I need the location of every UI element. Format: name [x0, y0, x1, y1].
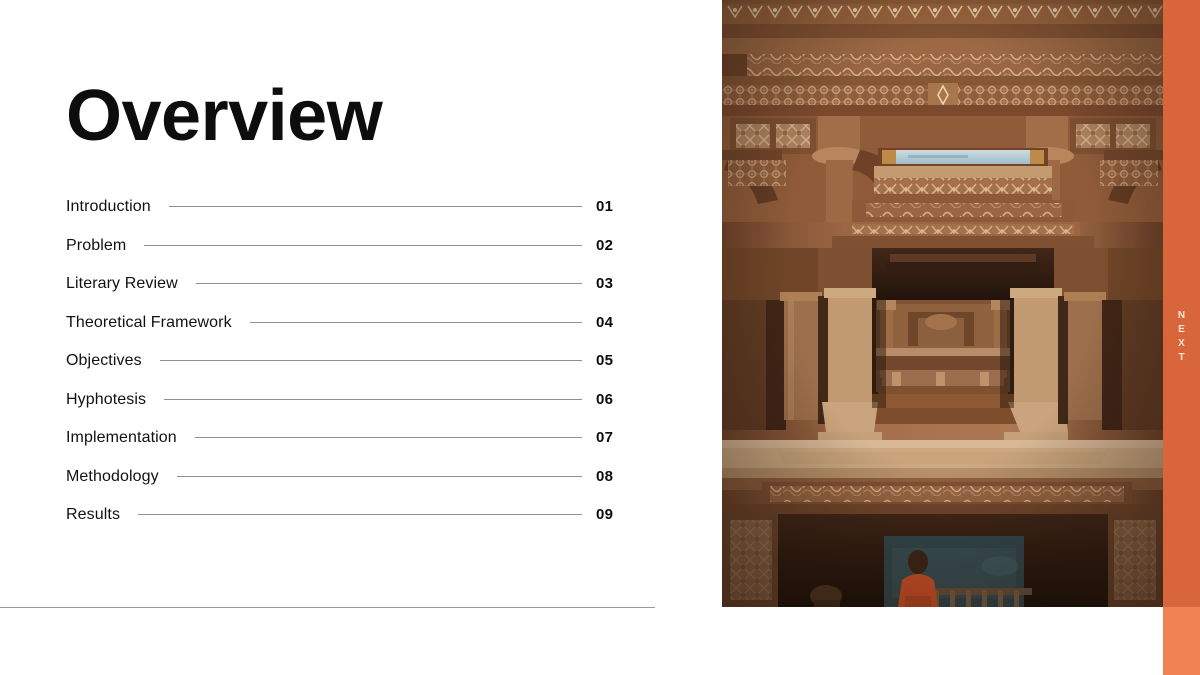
toc-row[interactable]: Objectives 05 — [66, 352, 626, 391]
toc-item-number: 03 — [596, 275, 614, 292]
toc-row[interactable]: Problem 02 — [66, 237, 626, 276]
toc-item-label: Results — [66, 506, 121, 523]
toc-item-label: Theoretical Framework — [66, 313, 232, 331]
toc-leader-rule — [168, 206, 582, 207]
left-content-panel: Overview Introduction 01 Problem 02 Lite… — [0, 0, 722, 675]
slide-root: Overview Introduction 01 Problem 02 Lite… — [0, 0, 1200, 675]
toc-leader-rule — [159, 360, 582, 361]
table-of-contents: Introduction 01 Problem 02 Literary Revi… — [66, 198, 626, 545]
toc-leader-rule — [144, 244, 582, 246]
page-title: Overview — [66, 76, 383, 156]
toc-item-number: 02 — [596, 236, 614, 254]
stepwell-photo — [722, 0, 1164, 607]
toc-row[interactable]: Hyphotesis 06 — [66, 391, 626, 430]
toc-item-label: Methodology — [66, 467, 159, 485]
toc-item-label: Introduction — [66, 198, 151, 215]
toc-leader-rule — [164, 398, 582, 400]
toc-item-number: 05 — [596, 352, 614, 369]
stepwell-photo-illustration — [722, 0, 1164, 607]
toc-item-label: Hyphotesis — [66, 390, 147, 408]
toc-item-label: Literary Review — [66, 275, 178, 292]
toc-item-number: 01 — [596, 198, 614, 215]
toc-item-number: 07 — [596, 429, 614, 446]
toc-row[interactable]: Results 09 — [66, 506, 626, 545]
toc-leader-rule — [249, 321, 582, 323]
toc-row[interactable]: Methodology 08 — [66, 468, 626, 507]
toc-leader-rule — [194, 437, 582, 438]
toc-row[interactable]: Implementation 07 — [66, 429, 626, 468]
toc-item-number: 04 — [596, 313, 614, 331]
toc-item-label: Problem — [66, 236, 127, 254]
toc-row[interactable]: Theoretical Framework 04 — [66, 314, 626, 353]
toc-leader-rule — [138, 514, 582, 515]
toc-item-number: 06 — [596, 390, 614, 408]
toc-item-number: 08 — [596, 467, 614, 485]
next-navigation-tab[interactable]: NEXT — [1163, 0, 1200, 675]
toc-row[interactable]: Literary Review 03 — [66, 275, 626, 314]
next-label-text: NEXT — [1176, 309, 1187, 366]
toc-item-label: Objectives — [66, 352, 142, 369]
toc-leader-rule — [195, 283, 582, 284]
toc-item-number: 09 — [596, 506, 614, 523]
bottom-divider — [0, 607, 655, 608]
toc-leader-rule — [176, 475, 582, 477]
toc-row[interactable]: Introduction 01 — [66, 198, 626, 237]
toc-item-label: Implementation — [66, 429, 177, 446]
